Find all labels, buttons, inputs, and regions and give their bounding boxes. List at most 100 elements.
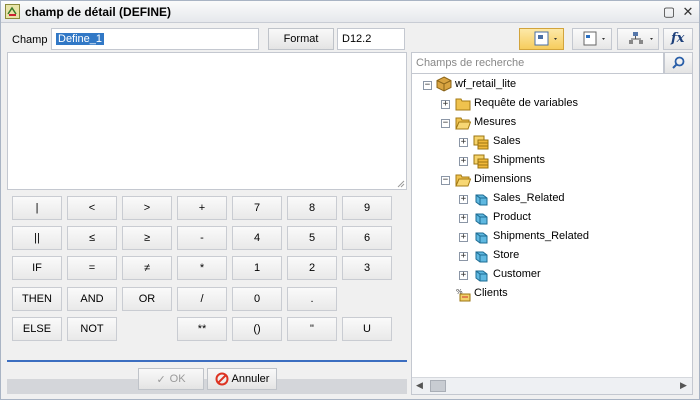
format-button[interactable]: Format bbox=[268, 28, 334, 50]
key-if[interactable]: IF bbox=[12, 256, 62, 280]
search-input[interactable]: Champs de recherche bbox=[411, 52, 664, 74]
list-icon bbox=[583, 31, 605, 46]
expand-icon[interactable]: + bbox=[441, 100, 450, 109]
key-not[interactable]: NOT bbox=[67, 317, 117, 341]
tree-item-product[interactable]: Product bbox=[493, 211, 531, 223]
scroll-thumb[interactable] bbox=[430, 380, 446, 392]
cancel-icon bbox=[215, 372, 229, 386]
key-quote[interactable]: " bbox=[287, 317, 337, 341]
key-gt[interactable]: > bbox=[122, 196, 172, 220]
champ-label: Champ bbox=[12, 34, 48, 46]
open-folder-icon bbox=[455, 174, 471, 187]
tree-item-sales[interactable]: Sales bbox=[493, 135, 521, 147]
expand-icon[interactable]: + bbox=[459, 271, 468, 280]
expand-icon[interactable]: + bbox=[459, 195, 468, 204]
title-bar: champ de détail (DEFINE) ▢ ✕ bbox=[1, 1, 699, 23]
expand-icon[interactable]: + bbox=[459, 157, 468, 166]
key-1[interactable]: 1 bbox=[232, 256, 282, 280]
filter-icon: % bbox=[456, 288, 471, 302]
collapse-icon[interactable]: − bbox=[441, 176, 450, 185]
tree-item-store[interactable]: Store bbox=[493, 249, 519, 261]
toolbar-list-button[interactable] bbox=[572, 28, 612, 50]
toolbar-tree-button[interactable] bbox=[617, 28, 659, 50]
key-le[interactable]: ≤ bbox=[67, 226, 117, 250]
expand-icon[interactable]: + bbox=[459, 252, 468, 261]
open-folder-icon bbox=[455, 117, 471, 130]
key-dot[interactable]: . bbox=[287, 287, 337, 311]
toolbar-view-button[interactable] bbox=[519, 28, 564, 50]
expand-icon[interactable]: + bbox=[459, 214, 468, 223]
key-4[interactable]: 4 bbox=[232, 226, 282, 250]
key-plus[interactable]: + bbox=[177, 196, 227, 220]
key-8[interactable]: 8 bbox=[287, 196, 337, 220]
divider bbox=[7, 360, 407, 362]
measure-icon bbox=[473, 135, 489, 150]
scroll-right-icon[interactable]: ▶ bbox=[680, 380, 687, 391]
measure-icon bbox=[473, 154, 489, 169]
key-multiply[interactable]: * bbox=[177, 256, 227, 280]
horizontal-scrollbar[interactable]: ◀ ▶ bbox=[412, 377, 692, 394]
key-6[interactable]: 6 bbox=[342, 226, 392, 250]
key-eq[interactable]: = bbox=[67, 256, 117, 280]
champ-value: Define_1 bbox=[56, 33, 105, 45]
tree-item-requete[interactable]: Requête de variables bbox=[474, 97, 578, 109]
tree-item-dimensions[interactable]: Dimensions bbox=[474, 173, 531, 185]
expand-icon[interactable]: + bbox=[459, 233, 468, 242]
collapse-icon[interactable]: − bbox=[441, 119, 450, 128]
tree-item-shipments-related[interactable]: Shipments_Related bbox=[493, 230, 589, 242]
search-button[interactable] bbox=[664, 52, 693, 74]
dimension-icon bbox=[475, 251, 488, 263]
function-icon: fx bbox=[671, 31, 685, 46]
key-divide[interactable]: / bbox=[177, 287, 227, 311]
resize-grip-icon[interactable] bbox=[397, 180, 405, 188]
dimension-icon bbox=[475, 270, 488, 282]
key-and[interactable]: AND bbox=[67, 287, 117, 311]
ok-button[interactable]: ✓ OK bbox=[138, 368, 204, 390]
format-field[interactable]: D12.2 bbox=[337, 28, 405, 50]
champ-field[interactable]: Define_1 bbox=[51, 28, 259, 50]
key-ne[interactable]: ≠ bbox=[122, 256, 172, 280]
search-icon bbox=[672, 56, 685, 69]
tree-root-label[interactable]: wf_retail_lite bbox=[455, 78, 516, 90]
ok-label: OK bbox=[169, 373, 186, 385]
expression-textarea[interactable] bbox=[7, 52, 407, 190]
key-lt[interactable]: < bbox=[67, 196, 117, 220]
scroll-left-icon[interactable]: ◀ bbox=[416, 380, 423, 391]
key-5[interactable]: 5 bbox=[287, 226, 337, 250]
key-double-pipe[interactable]: || bbox=[12, 226, 62, 250]
tree-item-shipments[interactable]: Shipments bbox=[493, 154, 545, 166]
key-or[interactable]: OR bbox=[122, 287, 172, 311]
key-3[interactable]: 3 bbox=[342, 256, 392, 280]
fx-button[interactable]: fx bbox=[663, 28, 693, 50]
key-0[interactable]: 0 bbox=[232, 287, 282, 311]
tree-item-mesures[interactable]: Mesures bbox=[474, 116, 516, 128]
expand-icon[interactable]: + bbox=[459, 138, 468, 147]
key-power[interactable]: ** bbox=[177, 317, 227, 341]
tree-item-customer[interactable]: Customer bbox=[493, 268, 541, 280]
app-icon bbox=[5, 4, 20, 19]
window-title: champ de détail (DEFINE) bbox=[25, 5, 172, 19]
key-9[interactable]: 9 bbox=[342, 196, 392, 220]
tree-view-icon bbox=[629, 32, 653, 44]
key-else[interactable]: ELSE bbox=[12, 317, 62, 341]
key-u[interactable]: U bbox=[342, 317, 392, 341]
cancel-button[interactable]: Annuler bbox=[207, 368, 277, 390]
restore-icon[interactable]: ▢ bbox=[662, 5, 676, 19]
folder-icon bbox=[455, 98, 471, 111]
cube-icon bbox=[436, 76, 452, 92]
tree-item-sales-related[interactable]: Sales_Related bbox=[493, 192, 565, 204]
key-pipe[interactable]: | bbox=[12, 196, 62, 220]
key-parens[interactable]: () bbox=[232, 317, 282, 341]
close-icon[interactable]: ✕ bbox=[681, 5, 695, 19]
view-icon bbox=[534, 31, 557, 46]
tree-item-clients[interactable]: Clients bbox=[474, 287, 508, 299]
dialog-window: champ de détail (DEFINE) ▢ ✕ Champ Defin… bbox=[0, 0, 700, 400]
key-7[interactable]: 7 bbox=[232, 196, 282, 220]
check-icon: ✓ bbox=[156, 373, 166, 386]
key-minus[interactable]: - bbox=[177, 226, 227, 250]
dimension-icon bbox=[475, 232, 488, 244]
key-2[interactable]: 2 bbox=[287, 256, 337, 280]
key-ge[interactable]: ≥ bbox=[122, 226, 172, 250]
collapse-icon[interactable]: − bbox=[423, 81, 432, 90]
key-then[interactable]: THEN bbox=[12, 287, 62, 311]
